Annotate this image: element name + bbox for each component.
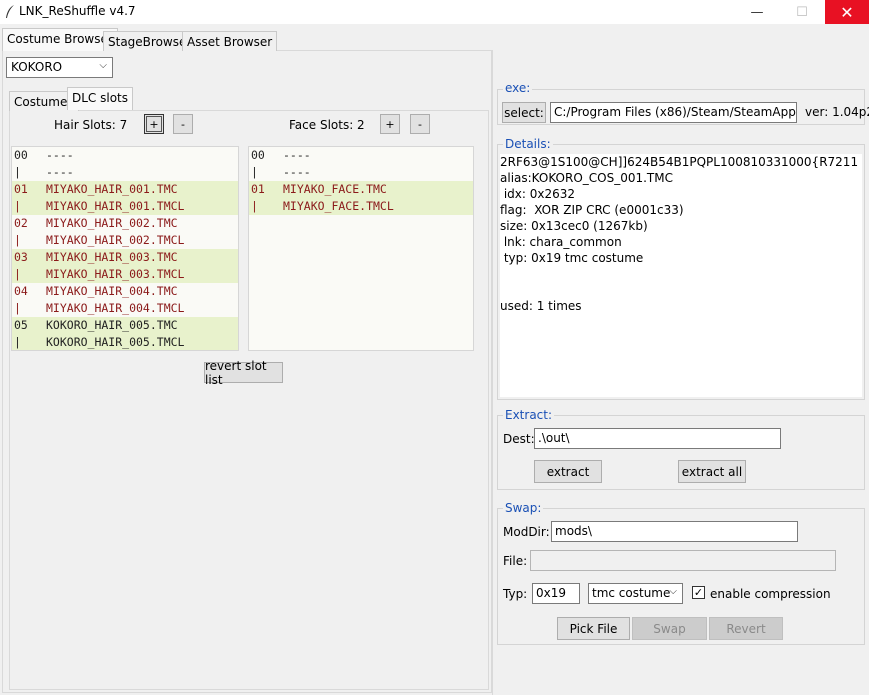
hair-add-button[interactable]: + [144,114,164,134]
tab-costume-browser[interactable]: Costume Browser [2,28,118,51]
compression-checkbox[interactable]: ✓ [692,586,705,599]
list-item[interactable]: | MIYAKO_HAIR_002.TMCL [12,232,238,249]
list-item[interactable]: | ---- [12,164,238,181]
character-select-value: KOKORO [11,60,63,74]
pick-file-button[interactable]: Pick File [557,617,630,640]
list-item[interactable]: | ---- [249,164,473,181]
dest-label: Dest: [503,432,535,446]
details-line: lnk: chara_common [500,235,622,249]
extract-button[interactable]: extract [534,460,602,483]
typ-select-value: tmc costume [592,586,671,600]
swap-button[interactable]: Swap [632,617,707,640]
swap-group-title: Swap: [503,501,544,515]
list-item[interactable]: | KOKORO_HAIR_005.TMCL [12,334,238,350]
minimize-button[interactable]: — [734,0,780,24]
tab-asset-browser[interactable]: Asset Browser [182,31,278,51]
list-item[interactable]: | MIYAKO_HAIR_003.TMCL [12,266,238,283]
details-line: alias:KOKORO_COS_001.TMC [500,171,673,185]
details-line: typ: 0x19 tmc costume [500,251,644,265]
details-line: flag: XOR ZIP CRC (e0001c33) [500,203,684,217]
list-item[interactable]: | MIYAKO_FACE.TMCL [249,198,473,215]
list-item[interactable]: 04 MIYAKO_HAIR_004.TMC [12,283,238,300]
moddir-label: ModDir: [503,525,550,539]
character-select[interactable]: KOKORO ⌵ [6,57,113,78]
hair-remove-button[interactable]: - [173,114,193,134]
list-item[interactable]: 00 ---- [12,147,238,164]
face-slot-list[interactable]: 00 ---- | ---- 01 MIYAKO_FACE.TMC | MIYAKO_F… [248,146,474,351]
details-line [500,266,862,282]
file-input[interactable] [530,550,836,571]
typ-select[interactable]: tmc costume ⌵ [588,583,683,604]
list-item[interactable]: 02 MIYAKO_HAIR_002.TMC [12,215,238,232]
tab-dlc-slots[interactable]: DLC slots [67,87,134,110]
details-line: idx: 0x2632 [500,187,575,201]
hair-slots-label: Hair Slots: 7 [54,118,128,132]
details-line: used: 1 times [500,299,582,313]
list-item[interactable]: | MIYAKO_HAIR_001.TMCL [12,198,238,215]
maximize-button[interactable]: ☐ [779,0,825,24]
chevron-down-icon: ⌵ [99,60,107,71]
face-add-button[interactable]: + [380,114,400,134]
list-item[interactable]: 05 KOKORO_HAIR_005.TMC [12,317,238,334]
exe-path-field[interactable]: C:/Program Files (x86)/Steam/SteamApps/c… [550,102,797,123]
version-label: ver: 1.04p2 [805,105,869,119]
window-title: LNK_ReShuffle v4.7 [19,4,136,18]
moddir-input[interactable]: mods\ [551,521,798,542]
details-line [500,282,862,298]
dest-input[interactable]: .\out\ [534,428,781,449]
face-remove-button[interactable]: - [410,114,430,134]
list-item[interactable]: 01 MIYAKO_FACE.TMC [249,181,473,198]
details-text: 2RF63@1S100@CH]]624B54B1PQPL100810331000… [500,154,862,397]
revert-slot-list-button[interactable]: revert slot list [204,359,283,387]
details-group-title: Details: [503,137,553,151]
file-label: File: [503,554,528,568]
extract-group-title: Extract: [503,408,555,422]
details-line: 2RF63@1S100@CH]]624B54B1PQPL100810331000… [500,155,859,169]
chevron-down-icon: ⌵ [669,586,677,597]
compression-label: enable compression [710,587,831,601]
face-slots-label: Face Slots: 2 [289,118,365,132]
typ-label: Typ: [503,587,528,601]
revert-button[interactable]: Revert [709,617,783,640]
details-line: size: 0x13cec0 (1267kb) [500,219,648,233]
hair-slot-list[interactable]: 00 ---- | ---- 01 MIYAKO_HAIR_001.TMC | MIYA… [11,146,239,351]
close-button[interactable]: ✕ [825,0,869,24]
typ-input[interactable]: 0x19 [532,583,580,604]
extract-all-button[interactable]: extract all [678,460,746,483]
list-item[interactable]: | MIYAKO_HAIR_004.TMCL [12,300,238,317]
list-item[interactable]: 03 MIYAKO_HAIR_003.TMC [12,249,238,266]
list-item[interactable]: 01 MIYAKO_HAIR_001.TMC [12,181,238,198]
exe-group-title: exe: [503,81,533,95]
select-exe-button[interactable]: select: [502,102,546,123]
list-item[interactable]: 00 ---- [249,147,473,164]
feather-icon [6,5,14,18]
panel-divider [492,50,493,695]
